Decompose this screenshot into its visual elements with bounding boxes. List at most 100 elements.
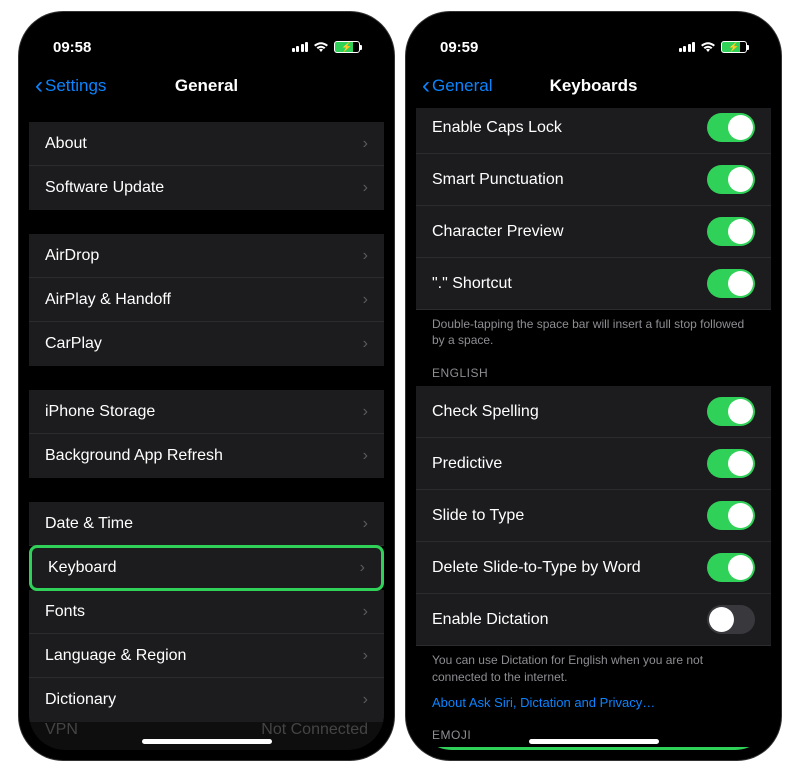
row-label: CarPlay [45, 335, 102, 353]
row-label: Delete Slide-to-Type by Word [432, 559, 641, 577]
home-indicator[interactable] [142, 739, 272, 744]
toggle-switch[interactable] [707, 165, 755, 194]
phone-left: 09:58 ⚡ ‹ Settings General About › Softwa… [19, 12, 394, 760]
chevron-right-icon: › [363, 135, 368, 153]
row-smart-punctuation[interactable]: Smart Punctuation [416, 154, 771, 206]
back-label: Settings [45, 76, 106, 96]
row-label: Software Update [45, 179, 164, 197]
back-button[interactable]: ‹ Settings [35, 74, 106, 98]
row-airdrop[interactable]: AirDrop › [29, 234, 384, 278]
row-detail: Not Connected [261, 721, 368, 739]
row-period-shortcut[interactable]: "." Shortcut [416, 258, 771, 310]
battery-charging-icon: ⚡ [334, 41, 360, 53]
chevron-right-icon: › [360, 559, 365, 577]
row-label: About [45, 135, 87, 153]
row-airplay-handoff[interactable]: AirPlay & Handoff › [29, 278, 384, 322]
page-title: Keyboards [550, 76, 638, 96]
row-label: Language & Region [45, 647, 186, 665]
toggle-switch[interactable] [707, 449, 755, 478]
row-check-spelling[interactable]: Check Spelling [416, 386, 771, 438]
row-label: Slide to Type [432, 507, 524, 525]
status-time: 09:59 [440, 39, 478, 56]
page-title: General [175, 76, 238, 96]
row-label: Enable Caps Lock [432, 119, 562, 137]
toggle-switch[interactable] [707, 553, 755, 582]
row-label: Dictionary [45, 691, 116, 709]
battery-charging-icon: ⚡ [721, 41, 747, 53]
toggle-switch[interactable] [707, 269, 755, 298]
row-slide-to-type[interactable]: Slide to Type [416, 490, 771, 542]
row-language-region[interactable]: Language & Region › [29, 634, 384, 678]
screen-general-settings: 09:58 ⚡ ‹ Settings General About › Softwa… [29, 22, 384, 750]
notch [514, 12, 674, 38]
row-label: "." Shortcut [432, 275, 512, 293]
toggle-switch[interactable] [707, 501, 755, 530]
row-memoji-stickers[interactable]: Memoji Stickers [416, 747, 771, 750]
row-fonts[interactable]: Fonts › [29, 590, 384, 634]
row-iphone-storage[interactable]: iPhone Storage › [29, 390, 384, 434]
row-character-preview[interactable]: Character Preview [416, 206, 771, 258]
row-enable-caps-lock[interactable]: Enable Caps Lock [416, 108, 771, 154]
status-time: 09:58 [53, 39, 91, 56]
wifi-icon [313, 41, 329, 53]
row-enable-dictation[interactable]: Enable Dictation [416, 594, 771, 646]
chevron-right-icon: › [363, 691, 368, 709]
row-about[interactable]: About › [29, 122, 384, 166]
row-delete-slide-to-type-by-word[interactable]: Delete Slide-to-Type by Word [416, 542, 771, 594]
content-scroll[interactable]: Enable Caps Lock Smart Punctuation Chara… [416, 108, 771, 750]
settings-group: Date & Time › Keyboard › Fonts › Language &… [29, 502, 384, 722]
settings-group: iPhone Storage › Background App Refresh › [29, 390, 384, 478]
chevron-right-icon: › [363, 447, 368, 465]
screen-keyboards-settings: 09:59 ⚡ ‹ General Keyboards Enable Caps … [416, 22, 771, 750]
row-label: Character Preview [432, 223, 564, 241]
chevron-right-icon: › [363, 403, 368, 421]
nav-bar: ‹ Settings General [29, 64, 384, 108]
row-background-app-refresh[interactable]: Background App Refresh › [29, 434, 384, 478]
section-header-english: ENGLISH [416, 348, 771, 386]
chevron-left-icon: ‹ [35, 74, 43, 98]
row-label: Background App Refresh [45, 447, 223, 465]
chevron-right-icon: › [363, 247, 368, 265]
back-button[interactable]: ‹ General [422, 74, 492, 98]
row-label: AirPlay & Handoff [45, 291, 171, 309]
row-label: Check Spelling [432, 403, 539, 421]
row-label: Fonts [45, 603, 85, 621]
wifi-icon [700, 41, 716, 53]
row-label: Keyboard [48, 559, 117, 577]
row-keyboard[interactable]: Keyboard › [29, 545, 384, 591]
row-label: Enable Dictation [432, 611, 549, 629]
toggle-switch[interactable] [707, 113, 755, 142]
status-right: ⚡ [679, 41, 748, 53]
cellular-signal-icon [292, 42, 309, 52]
chevron-right-icon: › [363, 179, 368, 197]
row-date-time[interactable]: Date & Time › [29, 502, 384, 546]
content-scroll[interactable]: About › Software Update › AirDrop › AirPlay… [29, 108, 384, 750]
row-software-update[interactable]: Software Update › [29, 166, 384, 210]
row-label: iPhone Storage [45, 403, 155, 421]
row-label: Predictive [432, 455, 502, 473]
cellular-signal-icon [679, 42, 696, 52]
toggle-switch[interactable] [707, 605, 755, 634]
row-vpn-partial[interactable]: VPN Not Connected [29, 710, 384, 750]
toggle-switch[interactable] [707, 217, 755, 246]
nav-bar: ‹ General Keyboards [416, 64, 771, 108]
home-indicator[interactable] [529, 739, 659, 744]
row-carplay[interactable]: CarPlay › [29, 322, 384, 366]
row-label: Smart Punctuation [432, 171, 564, 189]
phone-right: 09:59 ⚡ ‹ General Keyboards Enable Caps … [406, 12, 781, 760]
row-label: AirDrop [45, 247, 99, 265]
chevron-right-icon: › [363, 647, 368, 665]
settings-group: AirDrop › AirPlay & Handoff › CarPlay › [29, 234, 384, 366]
status-right: ⚡ [292, 41, 361, 53]
row-predictive[interactable]: Predictive [416, 438, 771, 490]
settings-group: About › Software Update › [29, 122, 384, 210]
chevron-right-icon: › [363, 335, 368, 353]
chevron-right-icon: › [363, 291, 368, 309]
section-footer: You can use Dictation for English when y… [416, 646, 771, 684]
chevron-right-icon: › [363, 603, 368, 621]
row-label: Date & Time [45, 515, 133, 533]
privacy-link[interactable]: About Ask Siri, Dictation and Privacy… [416, 685, 771, 710]
chevron-right-icon: › [363, 515, 368, 533]
toggle-switch[interactable] [707, 397, 755, 426]
chevron-left-icon: ‹ [422, 74, 430, 98]
